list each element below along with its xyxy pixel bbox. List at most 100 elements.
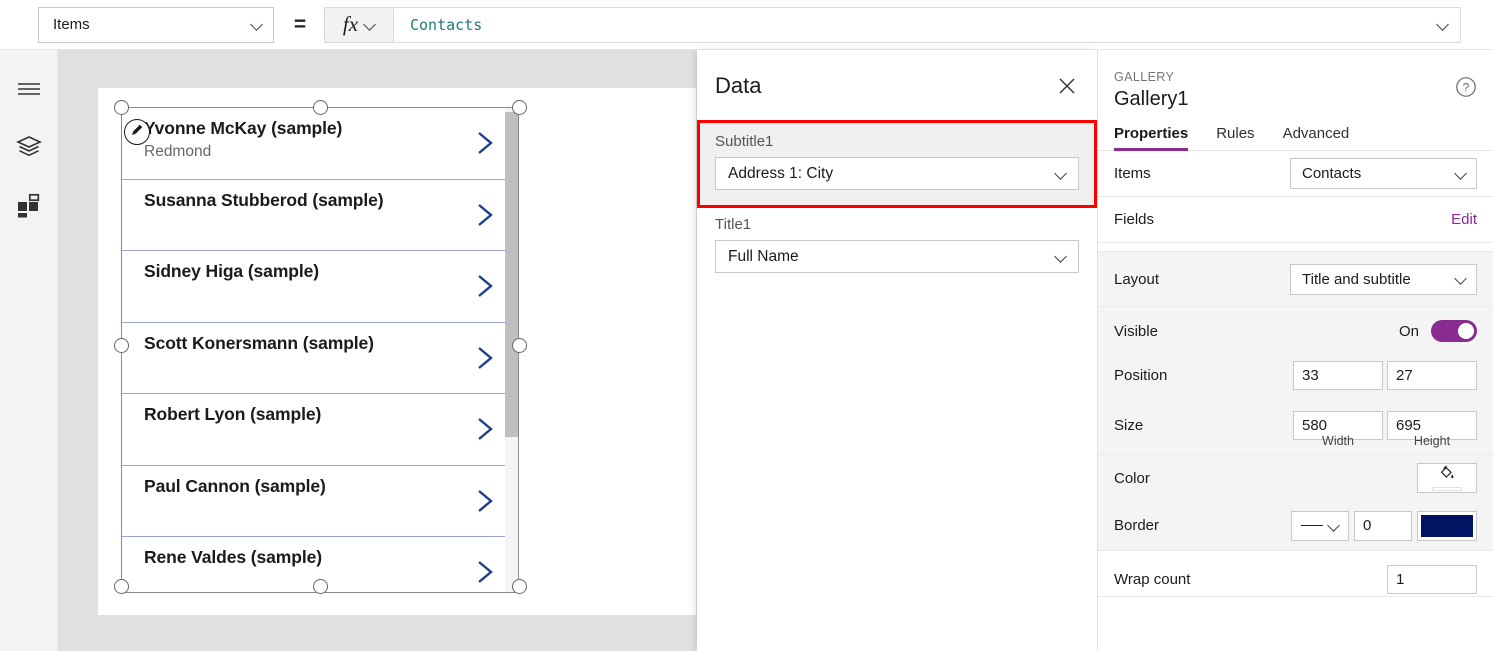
chevron-down-icon bbox=[1455, 273, 1467, 285]
list-item[interactable]: Paul Cannon (sample) bbox=[122, 465, 518, 537]
rail-item-insert[interactable] bbox=[0, 182, 58, 230]
layout-dropdown[interactable]: Title and subtitle bbox=[1290, 263, 1477, 295]
fx-icon: fx bbox=[342, 12, 359, 36]
gallery-control[interactable]: Yvonne McKay (sample) Redmond Susanna St… bbox=[121, 107, 519, 593]
gallery-scrollbar[interactable] bbox=[505, 108, 518, 592]
property-label-size: Size bbox=[1114, 417, 1144, 434]
layout-value: Title and subtitle bbox=[1302, 270, 1411, 288]
position-x-input[interactable]: 33 bbox=[1293, 360, 1383, 390]
paint-bucket-icon bbox=[1438, 465, 1456, 486]
layers-icon bbox=[16, 135, 42, 159]
control-name: Gallery1 bbox=[1114, 88, 1189, 110]
position-y-input[interactable]: 27 bbox=[1387, 360, 1477, 390]
visible-toggle[interactable] bbox=[1431, 320, 1477, 342]
rail-item-menu[interactable] bbox=[0, 65, 58, 113]
list-item[interactable]: Robert Lyon (sample) bbox=[122, 394, 518, 466]
color-picker-button[interactable] bbox=[1417, 463, 1477, 493]
data-panel-title: Data bbox=[715, 73, 762, 98]
property-label-visible: Visible bbox=[1114, 322, 1158, 340]
subtitle1-value: Address 1: City bbox=[728, 164, 834, 182]
tab-properties[interactable]: Properties bbox=[1114, 125, 1189, 151]
properties-tabs: Properties Rules Advanced bbox=[1098, 125, 1493, 151]
property-selector-dropdown[interactable]: Items bbox=[38, 6, 274, 43]
gallery-items-list: Yvonne McKay (sample) Redmond Susanna St… bbox=[122, 108, 518, 592]
section-divider bbox=[1098, 243, 1493, 252]
list-item[interactable]: Yvonne McKay (sample) Redmond bbox=[122, 108, 518, 180]
border-style-dropdown[interactable] bbox=[1291, 510, 1349, 541]
list-item[interactable]: Scott Konersmann (sample) bbox=[122, 322, 518, 394]
property-row-wrap-count: Wrap count 1 bbox=[1098, 551, 1493, 597]
chevron-down-icon bbox=[1328, 520, 1340, 532]
data-field-label: Title1 bbox=[715, 216, 752, 233]
chevron-down-icon bbox=[364, 19, 375, 30]
close-icon[interactable] bbox=[1051, 70, 1083, 102]
list-item[interactable]: Sidney Higa (sample) bbox=[122, 251, 518, 323]
items-dropdown[interactable]: Contacts bbox=[1290, 158, 1477, 189]
chevron-right-icon[interactable] bbox=[475, 271, 497, 301]
wrap-count-input[interactable]: 1 bbox=[1387, 565, 1477, 594]
canvas-area: Yvonne McKay (sample) Redmond Susanna St… bbox=[58, 50, 697, 651]
data-panel-header: Data bbox=[697, 50, 1097, 122]
property-label-border: Border bbox=[1114, 517, 1160, 534]
chevron-right-icon[interactable] bbox=[475, 343, 497, 373]
border-color-swatch bbox=[1421, 514, 1473, 537]
property-label-layout: Layout bbox=[1114, 270, 1160, 288]
property-label-fields: Fields bbox=[1114, 211, 1155, 228]
property-row-position: Position 33 27 X Y bbox=[1098, 355, 1493, 410]
property-row-border: Border 0 bbox=[1098, 501, 1493, 551]
property-label-color: Color bbox=[1114, 469, 1150, 487]
gallery-item-title: Sidney Higa (sample) bbox=[144, 261, 319, 281]
property-row-size: Size 580 695 Width Height bbox=[1098, 397, 1493, 455]
chevron-down-icon[interactable] bbox=[1437, 19, 1449, 31]
gallery-item-title: Paul Cannon (sample) bbox=[144, 475, 326, 496]
chevron-right-icon[interactable] bbox=[475, 486, 497, 516]
edit-fields-link[interactable]: Edit bbox=[1451, 211, 1477, 228]
chevron-right-icon[interactable] bbox=[475, 128, 497, 158]
chevron-down-icon bbox=[1455, 168, 1467, 180]
property-row-fields: Fields Edit bbox=[1098, 197, 1493, 243]
property-row-layout: Layout Title and subtitle bbox=[1098, 252, 1493, 307]
data-field-title1: Title1 Full Name bbox=[697, 206, 1097, 287]
tab-advanced[interactable]: Advanced bbox=[1283, 125, 1350, 150]
rail-item-tree-view[interactable] bbox=[0, 123, 58, 171]
help-circle-icon[interactable]: ? bbox=[1455, 76, 1479, 100]
gallery-item-title: Robert Lyon (sample) bbox=[144, 404, 322, 424]
gallery-scrollbar-thumb[interactable] bbox=[505, 112, 518, 437]
border-color-button[interactable] bbox=[1417, 510, 1477, 541]
border-thickness-input[interactable]: 0 bbox=[1354, 510, 1412, 541]
color-swatch-indicator bbox=[1432, 487, 1462, 491]
size-width-label: Width bbox=[1322, 434, 1354, 448]
size-height-label: Height bbox=[1413, 434, 1451, 448]
chevron-right-icon[interactable] bbox=[475, 557, 497, 587]
fx-dropdown-button[interactable]: fx bbox=[324, 6, 394, 43]
title1-dropdown[interactable]: Full Name bbox=[715, 240, 1079, 273]
gallery-item-subtitle: Redmond bbox=[144, 143, 212, 160]
control-type-label: GALLERY bbox=[1114, 70, 1175, 84]
left-rail bbox=[0, 50, 58, 651]
title1-value: Full Name bbox=[728, 247, 799, 265]
edit-gallery-badge[interactable] bbox=[124, 119, 150, 145]
property-row-items: Items Contacts bbox=[1098, 151, 1493, 197]
chevron-right-icon[interactable] bbox=[475, 200, 497, 230]
data-panel: Data Subtitle1 Address 1: City Title1 Fu… bbox=[697, 50, 1097, 651]
tab-rules[interactable]: Rules bbox=[1216, 125, 1254, 150]
formula-input[interactable]: Contacts bbox=[394, 6, 1461, 43]
subtitle1-dropdown[interactable]: Address 1: City bbox=[715, 157, 1079, 190]
data-field-subtitle1: Subtitle1 Address 1: City bbox=[697, 120, 1097, 208]
items-value: Contacts bbox=[1302, 165, 1362, 182]
list-item[interactable]: Rene Valdes (sample) bbox=[122, 537, 518, 592]
powerapps-studio: Items = fx Contacts Yvonne McKay (sample… bbox=[0, 0, 1493, 651]
chevron-down-icon bbox=[1055, 251, 1067, 263]
chevron-right-icon[interactable] bbox=[475, 414, 497, 444]
gallery-item-title: Scott Konersmann (sample) bbox=[144, 332, 374, 353]
property-row-color: Color bbox=[1098, 455, 1493, 501]
property-selector-value: Items bbox=[53, 16, 90, 33]
list-item[interactable]: Susanna Stubberod (sample) bbox=[122, 179, 518, 251]
property-label-wrap-count: Wrap count bbox=[1114, 571, 1191, 588]
visible-state-label: On bbox=[1398, 322, 1419, 340]
gallery-item-title: Rene Valdes (sample) bbox=[144, 547, 322, 567]
formula-bar: Items = fx Contacts bbox=[0, 0, 1493, 50]
equals-sign: = bbox=[293, 12, 307, 36]
app-screen-canvas[interactable]: Yvonne McKay (sample) Redmond Susanna St… bbox=[98, 88, 696, 615]
svg-text:?: ? bbox=[1463, 80, 1470, 94]
